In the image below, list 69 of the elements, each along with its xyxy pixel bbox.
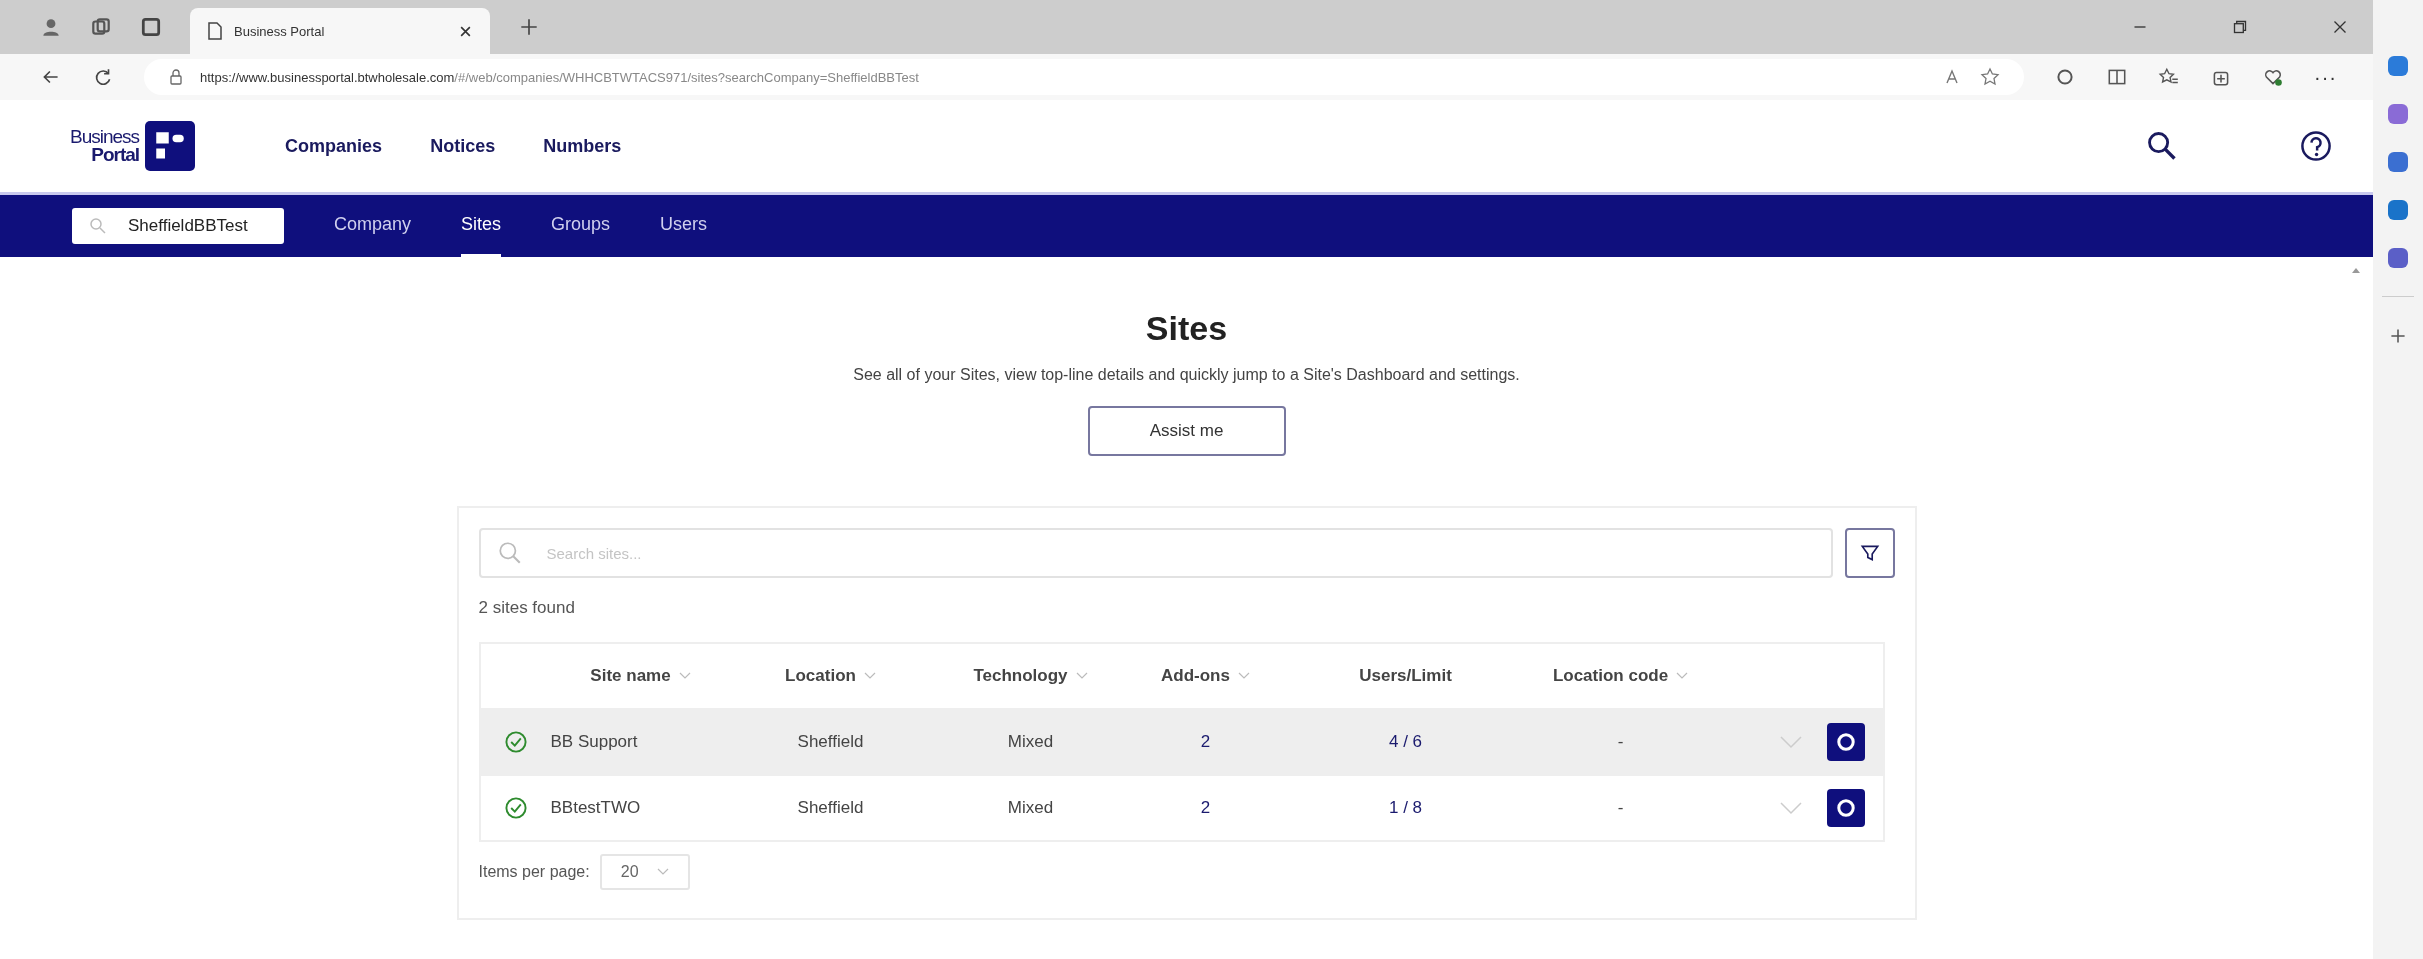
tab-actions-icon[interactable]: [140, 16, 162, 38]
logo[interactable]: Business Portal: [70, 121, 196, 171]
table-cell: Sheffield: [797, 798, 864, 818]
table-row[interactable]: BBtestTWO Sheffield Mixed 2 1 / 8 -: [480, 774, 1883, 840]
page-icon: [208, 22, 222, 40]
nav-link[interactable]: Companies: [285, 135, 383, 157]
check-circle-icon: [503, 796, 528, 820]
column-header[interactable]: Site name: [590, 666, 691, 686]
nav-link[interactable]: Notices: [430, 135, 496, 157]
section-tab[interactable]: Groups: [551, 195, 611, 257]
column-header[interactable]: Location: [785, 666, 876, 686]
app-icon[interactable]: [2388, 56, 2408, 76]
help-icon[interactable]: [2299, 129, 2333, 163]
table-cell: Sheffield: [797, 732, 864, 752]
table-cell: 2: [1200, 798, 1211, 818]
star-icon[interactable]: [1980, 67, 2000, 87]
table-cell: Mixed: [1007, 798, 1054, 818]
browser-tab[interactable]: Business Portal: [190, 8, 490, 54]
items-per-page-dropdown[interactable]: 20: [599, 854, 690, 890]
section-tab[interactable]: Users: [660, 195, 708, 257]
sort-chevron-icon: [1237, 672, 1250, 680]
table-cell: 1 / 8: [1388, 798, 1423, 818]
table-cell: Mixed: [1007, 732, 1054, 752]
filter-button[interactable]: [1844, 528, 1895, 578]
column-header[interactable]: Location code: [1552, 666, 1689, 686]
section-tab[interactable]: Company: [334, 195, 412, 257]
caret-icon: [656, 868, 669, 876]
results-count: 2 sites found: [478, 598, 576, 618]
close-icon[interactable]: [459, 24, 472, 38]
column-header[interactable]: Users/Limit: [1359, 666, 1452, 686]
table-cell: -: [1617, 798, 1624, 818]
lock-icon: [168, 68, 184, 86]
column-header[interactable]: Add-ons: [1161, 666, 1250, 686]
new-tab-icon[interactable]: [518, 16, 540, 38]
app-icon[interactable]: [2388, 200, 2408, 220]
app-icon[interactable]: [2388, 152, 2408, 172]
app-icon[interactable]: [2388, 104, 2408, 124]
sort-chevron-icon: [1075, 672, 1088, 680]
nav-link[interactable]: Numbers: [543, 135, 622, 157]
company-search-field[interactable]: SheffieldBBTest: [72, 208, 284, 244]
sort-chevron-icon: [1676, 672, 1689, 680]
profile-icon[interactable]: [40, 16, 62, 38]
check-circle-icon: [503, 730, 528, 754]
items-per-page-label: Items per page:: [478, 863, 590, 881]
tab-title: Business Portal: [234, 23, 325, 39]
search-icon: [496, 540, 523, 566]
table-cell[interactable]: BB Support: [550, 732, 638, 752]
page-title: Sites: [1145, 309, 1228, 348]
table-cell: 2: [1200, 732, 1211, 752]
table-cell[interactable]: BBtestTWO: [550, 798, 641, 818]
table-cell: -: [1617, 732, 1624, 752]
sort-chevron-icon: [678, 672, 691, 680]
scroll-up-icon[interactable]: [2351, 266, 2361, 274]
table-row[interactable]: BB Support Sheffield Mixed 2 4 / 6 -: [480, 708, 1883, 774]
assist-button[interactable]: Assist me: [1087, 406, 1286, 456]
search-icon: [88, 216, 108, 236]
settings-button[interactable]: [1826, 789, 1865, 827]
url-text: https://www.businessportal.btwholesale.com/#/web/companies/WHHCBTWTACS971/sites?searchCompany=SheffieldBBTest: [200, 69, 919, 85]
settings-button[interactable]: [1826, 723, 1865, 761]
sort-chevron-icon: [863, 672, 876, 680]
section-tab[interactable]: Sites: [461, 195, 502, 257]
page-description: See all of your Sites, view top-line details and quickly jump to a Site's Dashboard and settings.: [853, 366, 1520, 384]
table-cell: 4 / 6: [1388, 732, 1423, 752]
column-header[interactable]: Technology: [973, 666, 1088, 686]
search-field[interactable]: Search sites...: [478, 528, 1833, 578]
app-icon[interactable]: [2388, 248, 2408, 268]
workspaces-icon[interactable]: [90, 16, 112, 38]
more-menu[interactable]: ···: [2314, 65, 2337, 89]
address-bar[interactable]: https://www.businessportal.btwholesale.com/#/web/companies/WHHCBTWTACS971/sites?searchCompany=SheffieldBBTest: [144, 59, 2024, 95]
